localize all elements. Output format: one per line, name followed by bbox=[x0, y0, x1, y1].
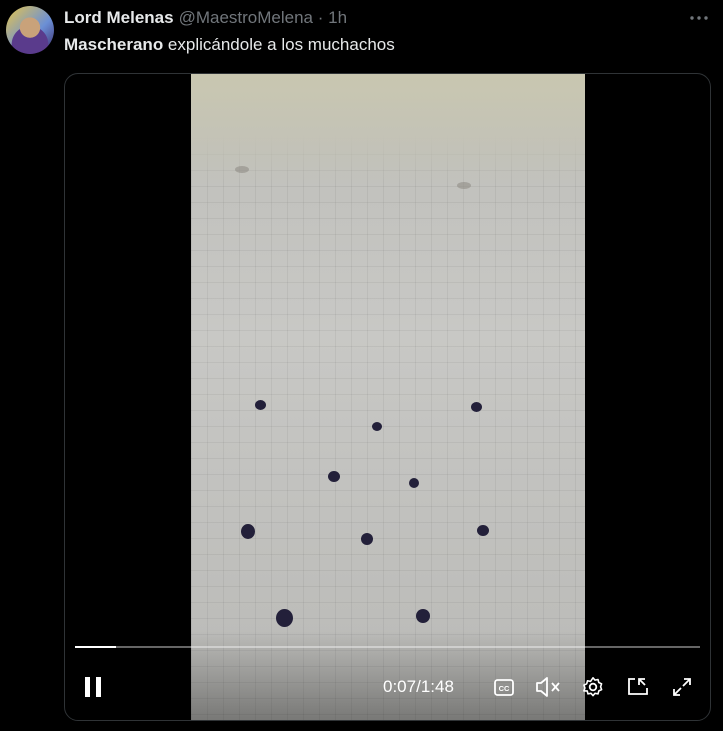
marker-dot bbox=[372, 422, 382, 431]
marker-dot bbox=[328, 471, 340, 482]
author-handle: @MaestroMelena · 1h bbox=[179, 8, 347, 28]
author-name[interactable]: Lord Melenas bbox=[64, 8, 174, 28]
picture-in-picture-icon[interactable] bbox=[626, 674, 650, 700]
current-time: 0:07 bbox=[383, 677, 417, 696]
marker-dot bbox=[416, 609, 430, 623]
video-frame[interactable] bbox=[191, 74, 585, 720]
time-display: 0:07 / 1:48 bbox=[383, 674, 479, 700]
video-player[interactable]: 0:07 / 1:48 CC bbox=[64, 73, 711, 721]
time-separator: · bbox=[313, 8, 329, 27]
tweet-time[interactable]: 1h bbox=[328, 8, 347, 27]
smudge bbox=[235, 166, 249, 173]
video-controls: 0:07 / 1:48 CC bbox=[65, 630, 710, 720]
pause-icon[interactable] bbox=[79, 674, 107, 700]
tweet-text: Mascherano explicándole a los muchachos bbox=[64, 35, 395, 55]
progress-bar[interactable] bbox=[75, 646, 700, 648]
marker-dot bbox=[409, 478, 419, 488]
tweet-text-rest: explicándole a los muchachos bbox=[163, 35, 395, 54]
marker-dot bbox=[241, 524, 255, 539]
expand-icon[interactable] bbox=[671, 674, 693, 700]
more-horizontal-icon[interactable] bbox=[689, 8, 709, 28]
marker-dot bbox=[276, 609, 293, 627]
marker-dot bbox=[255, 400, 266, 410]
marker-dot bbox=[477, 525, 489, 536]
marker-dot bbox=[471, 402, 482, 412]
progress-fill bbox=[75, 646, 116, 648]
tweet-text-bold[interactable]: Mascherano bbox=[64, 35, 163, 54]
smudge bbox=[457, 182, 471, 189]
closed-captions-icon[interactable]: CC bbox=[493, 674, 515, 700]
duration: 1:48 bbox=[420, 677, 454, 696]
handle-text[interactable]: @MaestroMelena bbox=[179, 8, 313, 27]
volume-muted-icon[interactable] bbox=[535, 674, 561, 700]
svg-text:CC: CC bbox=[499, 684, 510, 693]
marker-dot bbox=[361, 533, 373, 545]
avatar[interactable] bbox=[6, 6, 54, 54]
tweet-header: Lord Melenas @MaestroMelena · 1h bbox=[64, 8, 347, 28]
gear-icon[interactable] bbox=[581, 674, 605, 700]
